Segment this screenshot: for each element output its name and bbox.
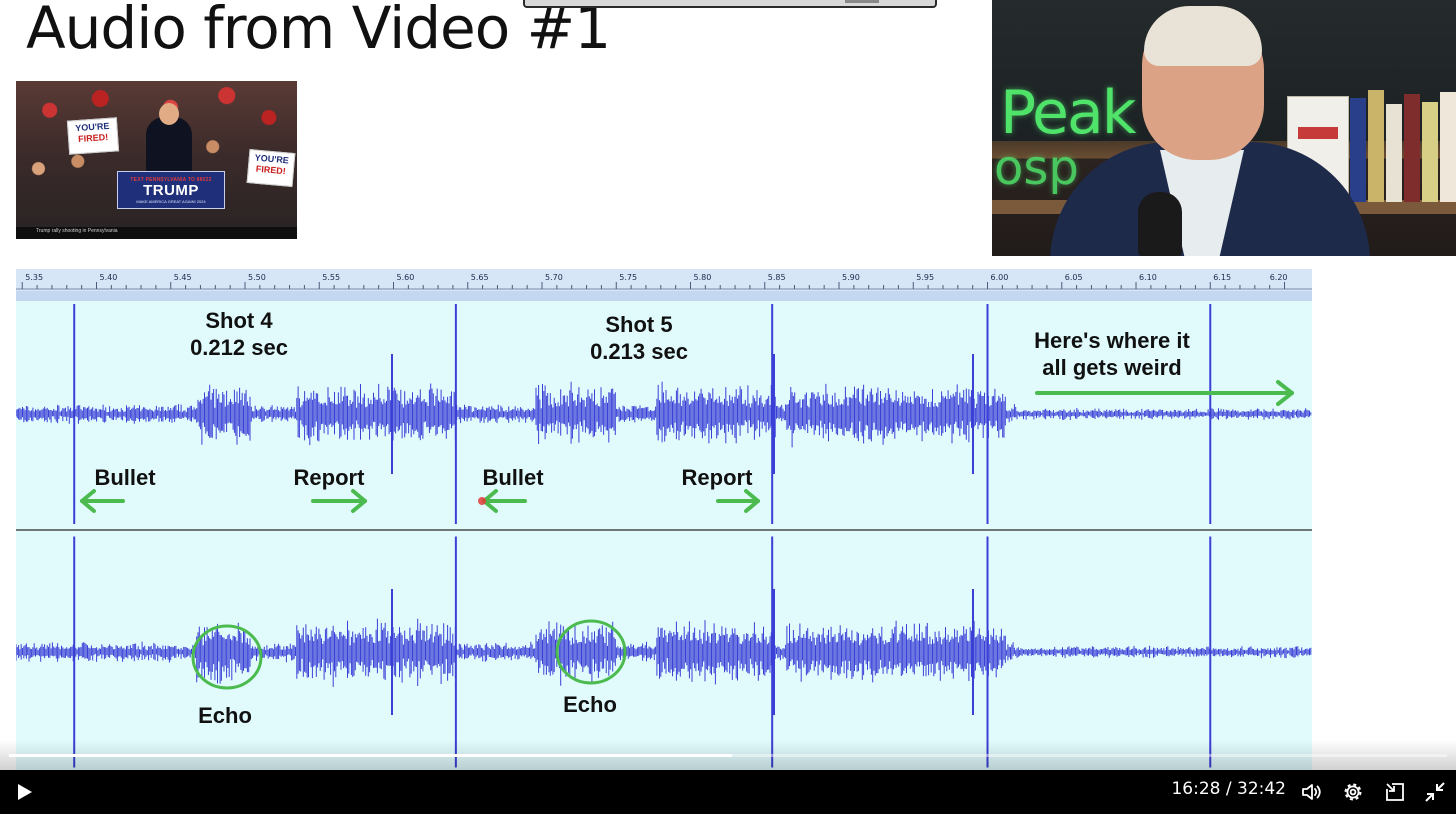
slide: Audio from Video #1 YOU'RE FIRED! YOU'RE… bbox=[0, 0, 1456, 770]
arrow-right-report-2 bbox=[716, 489, 760, 513]
exit-fullscreen-icon bbox=[1425, 782, 1445, 802]
echo-label-1: Echo bbox=[198, 703, 252, 728]
shot5-label: Shot 5 bbox=[605, 312, 672, 337]
progress-track[interactable] bbox=[9, 754, 1447, 757]
progress-played bbox=[9, 754, 733, 757]
arrow-right-weird bbox=[1035, 380, 1294, 406]
ruler-band bbox=[16, 291, 1312, 301]
waveform-figure: 5.35 5.40 5.45 5.50 5.55 5.60 5.65 5.70 5.75 5.80… bbox=[16, 269, 1312, 770]
slide-title: Audio from Video #1 bbox=[26, 0, 611, 62]
ruler-tick-label: 5.60 bbox=[396, 273, 414, 282]
podium-sign: TEXT PENNSYLVANIA TO 88022 TRUMP MAKE AM… bbox=[117, 171, 225, 209]
overlay-bar-fragment bbox=[523, 0, 937, 8]
neon-sign-line2: osp bbox=[994, 140, 1079, 196]
neon-sign-line1: Peak bbox=[1000, 78, 1136, 148]
weird-note-line1: Here's where it bbox=[1034, 328, 1190, 353]
duration: 32:42 bbox=[1237, 779, 1286, 799]
ruler-tick-label: 5.80 bbox=[694, 273, 712, 282]
ruler-tick-label: 5.35 bbox=[25, 273, 43, 282]
rally-thumbnail: YOU'RE FIRED! YOU'RE FIRED! TEXT PENNSYL… bbox=[16, 81, 297, 239]
bullet-label-1: Bullet bbox=[94, 465, 156, 490]
ruler-tick-label: 5.55 bbox=[322, 273, 340, 282]
ruler-tick-label: 6.00 bbox=[991, 273, 1009, 282]
play-icon bbox=[18, 784, 32, 800]
exit-fullscreen-button[interactable] bbox=[1415, 770, 1455, 814]
miniplayer-icon bbox=[1386, 783, 1404, 801]
ruler-tick-label: 6.20 bbox=[1270, 273, 1288, 282]
shot5-duration: 0.213 sec bbox=[590, 339, 688, 364]
ruler-tick-label: 6.10 bbox=[1139, 273, 1157, 282]
shot4-duration: 0.212 sec bbox=[190, 335, 288, 360]
podium-main-text: TRUMP bbox=[143, 181, 199, 199]
bullet-label-2: Bullet bbox=[482, 465, 544, 490]
webcam-feed: Peak osp bbox=[992, 0, 1456, 256]
ruler-tick-label: 5.40 bbox=[99, 273, 117, 282]
settings-icon bbox=[1344, 783, 1362, 801]
weird-note-line2: all gets weird bbox=[1042, 355, 1181, 380]
ruler-tick-label: 5.90 bbox=[842, 273, 860, 282]
settings-button[interactable] bbox=[1333, 770, 1373, 814]
presenter-hair bbox=[1144, 6, 1262, 66]
ruler-tick-label: 6.15 bbox=[1213, 273, 1231, 282]
book-row bbox=[1346, 86, 1456, 202]
ruler-tick-label: 5.75 bbox=[619, 273, 637, 282]
time-ruler bbox=[16, 269, 1312, 291]
ruler-tick-label: 5.70 bbox=[545, 273, 563, 282]
waveform-svg: 5.35 5.40 5.45 5.50 5.55 5.60 5.65 5.70 5.75 5.80… bbox=[16, 269, 1312, 768]
report-label-2: Report bbox=[682, 465, 754, 490]
miniplayer-button[interactable] bbox=[1375, 770, 1415, 814]
arrow-right-report-1 bbox=[311, 489, 367, 513]
ruler-tick-label: 5.50 bbox=[248, 273, 266, 282]
player-control-bar: 16:28 / 32:42 bbox=[0, 770, 1456, 814]
arrow-left-bullet-2 bbox=[482, 489, 527, 513]
volume-button[interactable] bbox=[1292, 770, 1332, 814]
microphone bbox=[1138, 192, 1182, 256]
crowd-sign-left: YOU'RE FIRED! bbox=[66, 117, 120, 155]
time-separator: / bbox=[1220, 779, 1237, 799]
ruler-tick-label: 5.65 bbox=[471, 273, 489, 282]
ruler-tick-label: 5.45 bbox=[174, 273, 192, 282]
ruler-tick-label: 5.85 bbox=[768, 273, 786, 282]
shot4-label: Shot 4 bbox=[205, 308, 273, 333]
podium-tiny-text: MAKE AMERICA GREAT AGAIN! 2024 bbox=[136, 198, 206, 204]
speaker-figure bbox=[146, 103, 192, 175]
waveform-channel-2 bbox=[16, 536, 1312, 768]
ruler-tick-label: 5.95 bbox=[916, 273, 934, 282]
volume-icon bbox=[1302, 784, 1321, 800]
ruler-tick-label: 6.05 bbox=[1065, 273, 1083, 282]
current-time: 16:28 bbox=[1171, 779, 1221, 799]
thumbnail-caption: Trump rally shooting in Pennsylvania bbox=[16, 227, 297, 239]
crowd-sign-right: YOU'RE FIRED! bbox=[246, 149, 296, 187]
report-label-1: Report bbox=[294, 465, 366, 490]
time-display: 16:28 / 32:42 bbox=[1171, 770, 1286, 808]
play-button[interactable] bbox=[4, 770, 44, 814]
arrow-left-bullet-1 bbox=[80, 489, 125, 513]
cursor-dot bbox=[478, 497, 486, 505]
echo-label-2: Echo bbox=[563, 692, 617, 717]
